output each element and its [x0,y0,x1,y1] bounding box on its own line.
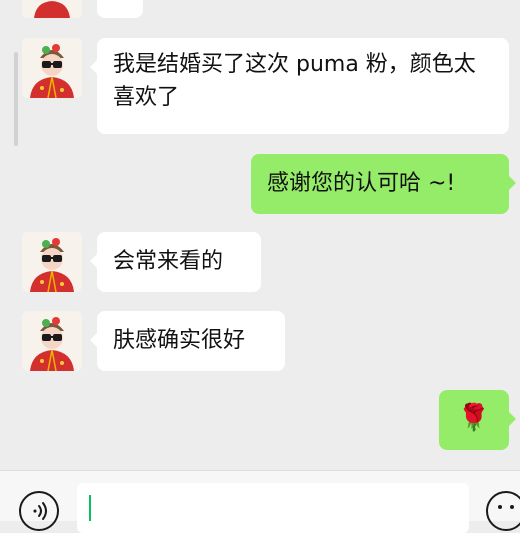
contact-avatar[interactable] [22,0,82,18]
voice-icon [33,502,47,520]
contact-avatar[interactable] [22,232,82,292]
contact-avatar[interactable] [22,38,82,98]
message-bubble-incoming[interactable] [97,0,143,18]
chat-area[interactable]: 我是结婚买了这次 puma 粉，颜色太喜欢了 感谢您的认可哈 ~! 会常来看的 [0,0,520,470]
avatar-image [22,311,82,371]
emoji-icon [498,505,514,509]
message-bubble-incoming[interactable]: 肤感确实很好 [90,311,285,371]
message-text: 肤感确实很好 [113,328,246,353]
message-text: 我是结婚买了这次 puma 粉，颜色太喜欢了 [113,52,476,110]
avatar-image [22,0,82,18]
avatar-image [22,38,82,98]
avatar-image [22,232,82,292]
message-bubble-incoming[interactable]: 我是结婚买了这次 puma 粉，颜色太喜欢了 [90,38,509,134]
text-cursor [89,495,91,521]
message-text: 感谢您的认可哈 ~! [267,171,456,196]
emoji-button[interactable] [486,491,520,531]
contact-avatar[interactable] [22,311,82,371]
scrollbar[interactable] [14,52,18,146]
voice-button[interactable] [19,491,59,531]
message-bubble-outgoing[interactable]: 感谢您的认可哈 ~! [251,154,516,214]
rose-emoji: 🌹 [457,403,491,433]
message-input[interactable] [77,483,469,533]
message-text: 会常来看的 [113,249,224,274]
message-bubble-incoming[interactable]: 会常来看的 [90,232,261,292]
message-bubble-outgoing[interactable]: 🌹 [439,390,516,450]
input-bar [0,470,520,533]
